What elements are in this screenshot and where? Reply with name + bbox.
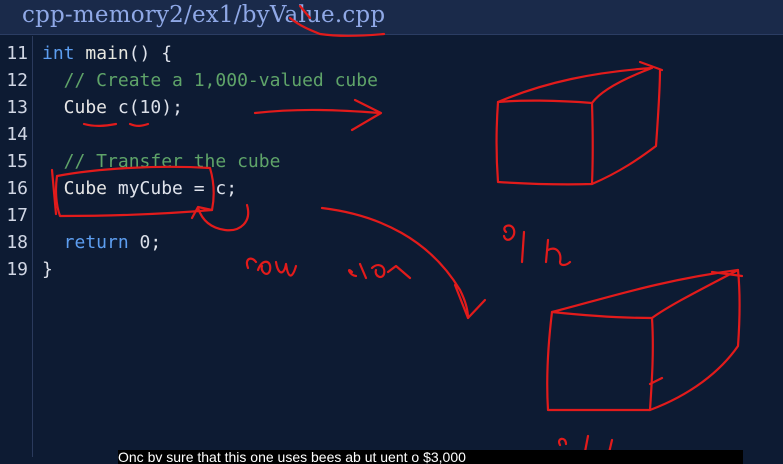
code-line[interactable]: // Transfer the cube: [42, 148, 281, 175]
code-line[interactable]: Cube myCube = c;: [42, 175, 237, 202]
code-token: );: [161, 97, 183, 118]
code-line[interactable]: }: [42, 256, 53, 283]
line-number: 13: [6, 97, 28, 118]
code-token: }: [42, 259, 53, 280]
line-number: 14: [6, 124, 28, 145]
code-token: Cube: [42, 97, 108, 118]
code-token: 0: [139, 232, 151, 253]
code-token: myCube = c;: [107, 178, 238, 199]
code-token: // Transfer the cube: [42, 151, 281, 172]
code-line[interactable]: return 0;: [42, 229, 162, 256]
code-token: main: [85, 43, 129, 64]
line-number: 17: [6, 205, 28, 226]
line-number: 16: [6, 178, 28, 199]
code-line[interactable]: // Create a 1,000-valued cube: [42, 67, 378, 94]
line-number: 11: [6, 43, 28, 64]
line-number: 15: [6, 151, 28, 172]
line-number: 18: [6, 232, 28, 253]
code-token: // Create a 1,000-valued cube: [42, 70, 378, 91]
code-token: int: [42, 43, 75, 64]
code-token: Cube: [42, 178, 108, 199]
code-token: ;: [150, 232, 162, 253]
code-token: return: [42, 232, 129, 253]
code-token: () {: [128, 43, 173, 64]
subtitle-caption: Onc bv sure that this one uses bees ab u…: [118, 450, 743, 464]
line-number: 19: [6, 259, 28, 280]
code-line[interactable]: int main() {: [42, 40, 172, 67]
line-number-gutter: 11 12 13 14 15 16 17 18 19: [0, 36, 33, 457]
line-number: 12: [6, 70, 28, 91]
code-token: 10: [139, 97, 162, 118]
code-editor[interactable]: 11 12 13 14 15 16 17 18 19 int main() { // Creat…: [0, 36, 783, 457]
code-token: c(: [107, 97, 140, 118]
title-bar: cpp-memory2/ex1/byValue.cpp: [0, 0, 783, 35]
code-line[interactable]: Cube c(10);: [42, 94, 183, 121]
window-title: cpp-memory2/ex1/byValue.cpp: [22, 2, 386, 28]
